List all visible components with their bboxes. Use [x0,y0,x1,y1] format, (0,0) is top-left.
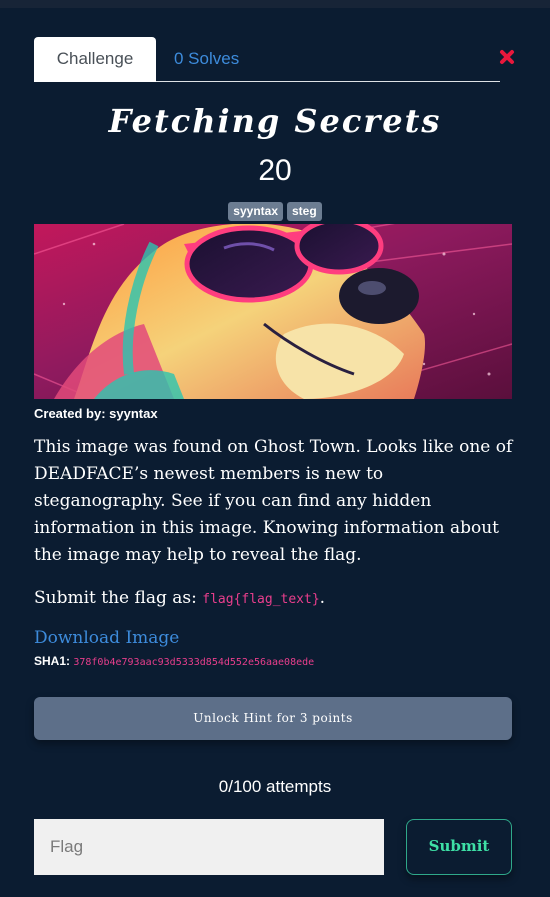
challenge-tabs: Challenge 0 Solves [34,37,500,82]
attempts-counter: 0/100 attempts [218,777,332,796]
challenge-modal: Challenge 0 Solves Fetching Secrets 20 s… [0,8,550,897]
close-icon[interactable] [498,48,516,66]
unlock-hint-button[interactable]: Unlock Hint for 3 points [34,697,512,740]
challenge-points: 20 [258,154,292,187]
sha1-label: SHA1: [34,654,74,668]
sha1-hash: SHA1: 378f0b4e793aac93d5333d854d552e56aa… [34,654,314,668]
tag-badge: syyntax [228,202,283,221]
created-by: Created by: syyntax [34,406,158,421]
download-image-link[interactable]: Download Image [34,628,179,648]
sha1-value: 378f0b4e793aac93d5333d854d552e56aae08ede [73,657,315,668]
flag-format-instruction: Submit the flag as: flag{flag_text}. [34,585,518,613]
submit-button[interactable]: Submit [406,819,512,875]
tab-solves[interactable]: 0 Solves [174,37,239,82]
tab-challenge[interactable]: Challenge [34,37,156,82]
challenge-banner-image [34,224,512,399]
challenge-title: Fetching Secrets [108,102,442,140]
challenge-tags: syyntax steg [0,202,550,221]
flag-input[interactable] [34,819,384,875]
flag-format-prefix: Submit the flag as: [34,588,203,608]
tag-badge: steg [287,202,322,221]
flag-format-suffix: . [319,588,326,608]
background-page-strip [0,0,550,8]
flag-format-code: flag{flag_text} [202,592,320,607]
challenge-description: This image was found on Ghost Town. Look… [34,437,513,565]
